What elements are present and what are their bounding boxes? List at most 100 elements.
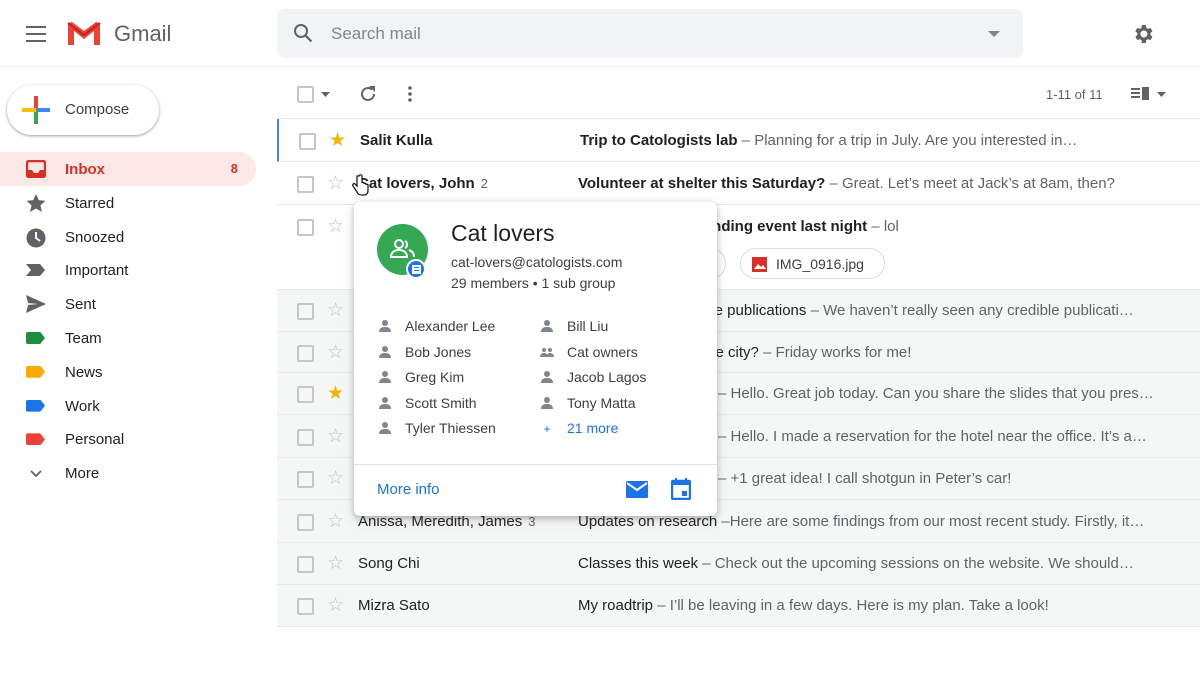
more-vert-icon[interactable]: [408, 86, 412, 102]
compose-label: Compose: [65, 101, 130, 118]
sidebar-item-starred[interactable]: Starred: [0, 186, 256, 220]
group-icon: [390, 239, 415, 258]
email-checkbox[interactable]: [297, 513, 314, 531]
star-outline-icon[interactable]: ☆: [327, 215, 344, 238]
email-checkbox[interactable]: [297, 344, 314, 362]
sidebar-item-snoozed[interactable]: Snoozed: [0, 220, 256, 254]
unread-count-badge: 8: [230, 161, 238, 176]
email-subject: My roadtrip: [578, 597, 654, 614]
email-row[interactable]: ☆ Mizra Sato My roadtrip – I’ll be leaving…: [277, 585, 1200, 627]
image-file-icon: [752, 257, 767, 272]
email-snippet: – +1 great idea! I call shotgun in Peter…: [718, 470, 1012, 487]
person-icon: [540, 396, 554, 412]
sidebar-item-team[interactable]: Team: [0, 321, 256, 355]
email-checkbox[interactable]: [297, 175, 314, 193]
email-subject-snippet: My roadtrip – I’ll be leaving in a few d…: [578, 597, 1049, 614]
email-subject-snippet: Classes this week – Check out the upcomi…: [578, 555, 1134, 572]
email-checkbox[interactable]: [297, 386, 314, 403]
label-work-icon: [26, 397, 46, 415]
hand-cursor-icon: [352, 174, 369, 196]
starred-icon[interactable]: ★: [327, 382, 344, 405]
sidebar-item-news[interactable]: News: [0, 355, 256, 389]
more-info-link[interactable]: More info: [377, 481, 440, 498]
sidebar-item-label: Inbox: [65, 161, 105, 178]
toolbar: 1-11 of 11: [277, 70, 1200, 118]
email-snippet: – Hello. I made a reservation for the ho…: [718, 427, 1147, 445]
email-checkbox[interactable]: [297, 303, 314, 320]
sidebar-item-personal[interactable]: Personal: [0, 422, 256, 456]
attachment-chip[interactable]: IMG_0916.jpg: [740, 248, 885, 279]
main-menu-button[interactable]: [26, 26, 46, 42]
email-checkbox[interactable]: [297, 219, 314, 236]
header-divider: [0, 66, 1200, 67]
sidebar-item-label: News: [65, 363, 103, 381]
email-checkbox[interactable]: [297, 598, 314, 615]
sidebar-item-important[interactable]: Important: [0, 253, 256, 287]
search-icon[interactable]: [293, 23, 313, 43]
compose-button[interactable]: Compose: [7, 85, 159, 135]
gmail-logo[interactable]: [66, 20, 102, 52]
email-snippet: – I’ll be leaving in a few days. Here is…: [653, 597, 1049, 614]
person-icon: [378, 396, 392, 412]
person-icon: [540, 371, 554, 386]
group-hovercard: Cat lovers cat-lovers@catologists.com 29…: [354, 202, 717, 516]
sidebar-item-inbox[interactable]: Inbox 8: [0, 152, 256, 186]
email-sender: Salit Kulla: [360, 132, 433, 149]
pagination-text: 1-11 of 11: [1046, 87, 1103, 102]
sidebar-item-label: Snoozed: [65, 228, 125, 246]
settings-gear-icon[interactable]: [1131, 22, 1155, 46]
email-checkbox[interactable]: [297, 471, 314, 488]
sidebar-item-label: Work: [65, 397, 100, 415]
search-bar[interactable]: Search mail: [277, 9, 1023, 58]
email-subject: Volunteer at shelter this Saturday?: [578, 174, 826, 192]
star-outline-icon[interactable]: ☆: [327, 299, 344, 322]
member-name: Bob Jones: [405, 343, 472, 360]
sidebar-item-label: Starred: [65, 194, 115, 212]
send-email-icon[interactable]: [626, 481, 648, 498]
select-all-checkbox[interactable]: [297, 86, 314, 103]
email-snippet: – lol: [867, 218, 899, 235]
refresh-icon[interactable]: [359, 85, 377, 103]
email-sender: Mizra Sato: [358, 597, 430, 614]
email-sender: Cat lovers, John 2: [358, 175, 488, 192]
member-name: Greg Kim: [405, 369, 465, 386]
search-input[interactable]: Search mail: [331, 24, 421, 44]
star-outline-icon[interactable]: ☆: [327, 510, 344, 533]
sidebar-item-work[interactable]: Work: [0, 389, 256, 423]
group-icon: [540, 346, 554, 360]
star-outline-icon[interactable]: ☆: [327, 341, 344, 364]
star-outline-icon[interactable]: ☆: [327, 594, 344, 617]
star-outline-icon[interactable]: ☆: [327, 425, 344, 448]
sidebar-item-sent[interactable]: Sent: [0, 287, 256, 321]
email-checkbox[interactable]: [297, 428, 314, 446]
email-snippet: –Here are some findings from our most re…: [717, 512, 1145, 530]
email-row[interactable]: ☆ Cat lovers, John 2 Volunteer at shelter t…: [277, 162, 1200, 205]
member-name: Alexander Lee: [405, 318, 496, 334]
sidebar-item-label: Personal: [65, 431, 125, 449]
email-checkbox[interactable]: [297, 556, 314, 573]
split-pane-toggle-icon[interactable]: [1131, 87, 1169, 101]
group-name: Cat lovers: [451, 220, 555, 246]
starred-icon[interactable]: ★: [329, 129, 346, 152]
star-outline-icon[interactable]: ☆: [327, 467, 344, 490]
email-snippet: – Great. Let’s meet at Jack’s at 8am, th…: [825, 174, 1115, 192]
email-snippet: – Planning for a trip in July. Are you i…: [737, 131, 1078, 149]
sidebar-item-more[interactable]: More: [0, 456, 256, 490]
search-options-dropdown-icon[interactable]: [988, 31, 1000, 37]
inbox-icon: [25, 159, 47, 179]
select-dropdown-icon[interactable]: [321, 92, 330, 97]
email-checkbox[interactable]: [299, 132, 316, 150]
email-subject-snippet: ble publications – We haven’t really see…: [703, 302, 1134, 319]
google-groups-badge-icon: [406, 259, 426, 279]
sender-name: Mizra Sato: [358, 597, 430, 614]
email-row[interactable]: ☆ Song Chi Classes this week – Check out t…: [277, 543, 1200, 585]
hovercard-divider: [354, 464, 717, 465]
calendar-icon[interactable]: [671, 478, 691, 500]
email-sender: Song Chi: [358, 555, 420, 572]
email-subject-snippet: – Hello. I made a reservation for the ho…: [718, 428, 1147, 445]
email-row[interactable]: ★ Salit Kulla Trip to Catologists lab – Pl…: [277, 119, 1200, 162]
star-outline-icon[interactable]: ☆: [327, 552, 344, 575]
person-icon: [378, 345, 392, 361]
star-outline-icon[interactable]: ☆: [327, 172, 344, 195]
email-subject: ble publications: [703, 302, 807, 319]
